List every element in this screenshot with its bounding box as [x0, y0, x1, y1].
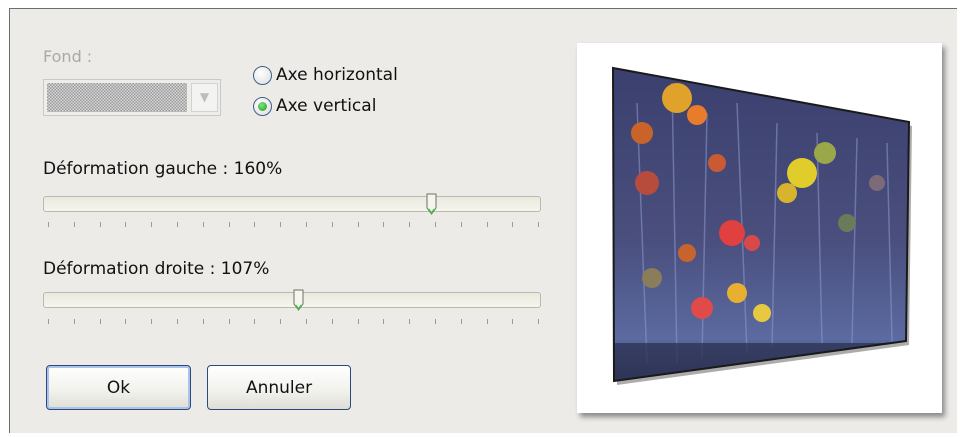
slider-tick [228, 319, 230, 324]
radio-horizontal-label: Axe horizontal [276, 65, 398, 85]
slider-tick [151, 319, 153, 324]
fond-label: Fond : [43, 47, 93, 66]
slider-tick [228, 222, 230, 227]
right-deformation-slider-track[interactable] [43, 292, 541, 308]
slider-tick [486, 319, 488, 324]
slider-tick [48, 319, 49, 324]
slider-tick [202, 222, 204, 227]
slider-tick [409, 222, 411, 227]
slider-tick [306, 319, 307, 324]
slider-tick [512, 319, 514, 324]
slider-tick [486, 222, 488, 227]
slider-tick [383, 319, 385, 324]
chevron-down-icon[interactable]: ▼ [191, 83, 218, 112]
slider-tick [151, 222, 153, 227]
slider-tick [99, 319, 101, 324]
right-deformation-ticks [48, 319, 540, 325]
ok-button[interactable]: Ok [46, 365, 191, 410]
right-deformation-slider-thumb[interactable] [293, 289, 304, 311]
slider-tick [48, 222, 49, 227]
cancel-button[interactable]: Annuler [207, 365, 351, 410]
slider-tick [512, 222, 514, 227]
slider-tick [280, 222, 282, 227]
slider-tick [177, 222, 178, 227]
slider-tick [409, 319, 411, 324]
left-deformation-ticks [48, 222, 540, 228]
slider-tick [73, 319, 75, 324]
slider-tick [254, 319, 256, 324]
deformed-photo-preview [611, 66, 912, 385]
deformation-preview [577, 43, 942, 413]
slider-tick [538, 222, 540, 227]
slider-tick [383, 222, 385, 227]
radio-checked-icon[interactable] [253, 96, 272, 116]
right-deformation-label: Déformation droite : 107% [43, 259, 270, 279]
slider-tick [202, 319, 204, 324]
slider-tick [125, 319, 127, 324]
left-deformation-slider-thumb[interactable] [426, 193, 437, 215]
slider-tick [306, 222, 307, 227]
slider-tick [331, 222, 333, 227]
slider-tick [331, 319, 333, 324]
slider-tick [73, 222, 75, 227]
slider-tick [538, 319, 540, 324]
left-deformation-slider-track[interactable] [43, 196, 541, 212]
slider-tick [254, 222, 256, 227]
slider-tick [99, 222, 101, 227]
radio-vertical-axis[interactable]: Axe vertical [253, 96, 376, 116]
deformation-dialog: Fond : ▼ Axe horizontal Axe vertical Déf… [9, 8, 957, 433]
slider-tick [125, 222, 127, 227]
slider-tick [177, 319, 178, 324]
fond-select[interactable]: ▼ [43, 79, 221, 116]
slider-tick [280, 319, 282, 324]
radio-circle-icon[interactable] [253, 65, 272, 85]
radio-horizontal-axis[interactable]: Axe horizontal [253, 65, 398, 85]
left-deformation-label: Déformation gauche : 160% [43, 159, 283, 179]
slider-tick [357, 319, 359, 324]
slider-tick [435, 319, 436, 324]
radio-vertical-label: Axe vertical [276, 96, 377, 116]
fond-pattern-swatch [47, 83, 187, 112]
slider-tick [460, 222, 462, 227]
slider-tick [435, 222, 436, 227]
slider-tick [460, 319, 462, 324]
slider-tick [357, 222, 359, 227]
